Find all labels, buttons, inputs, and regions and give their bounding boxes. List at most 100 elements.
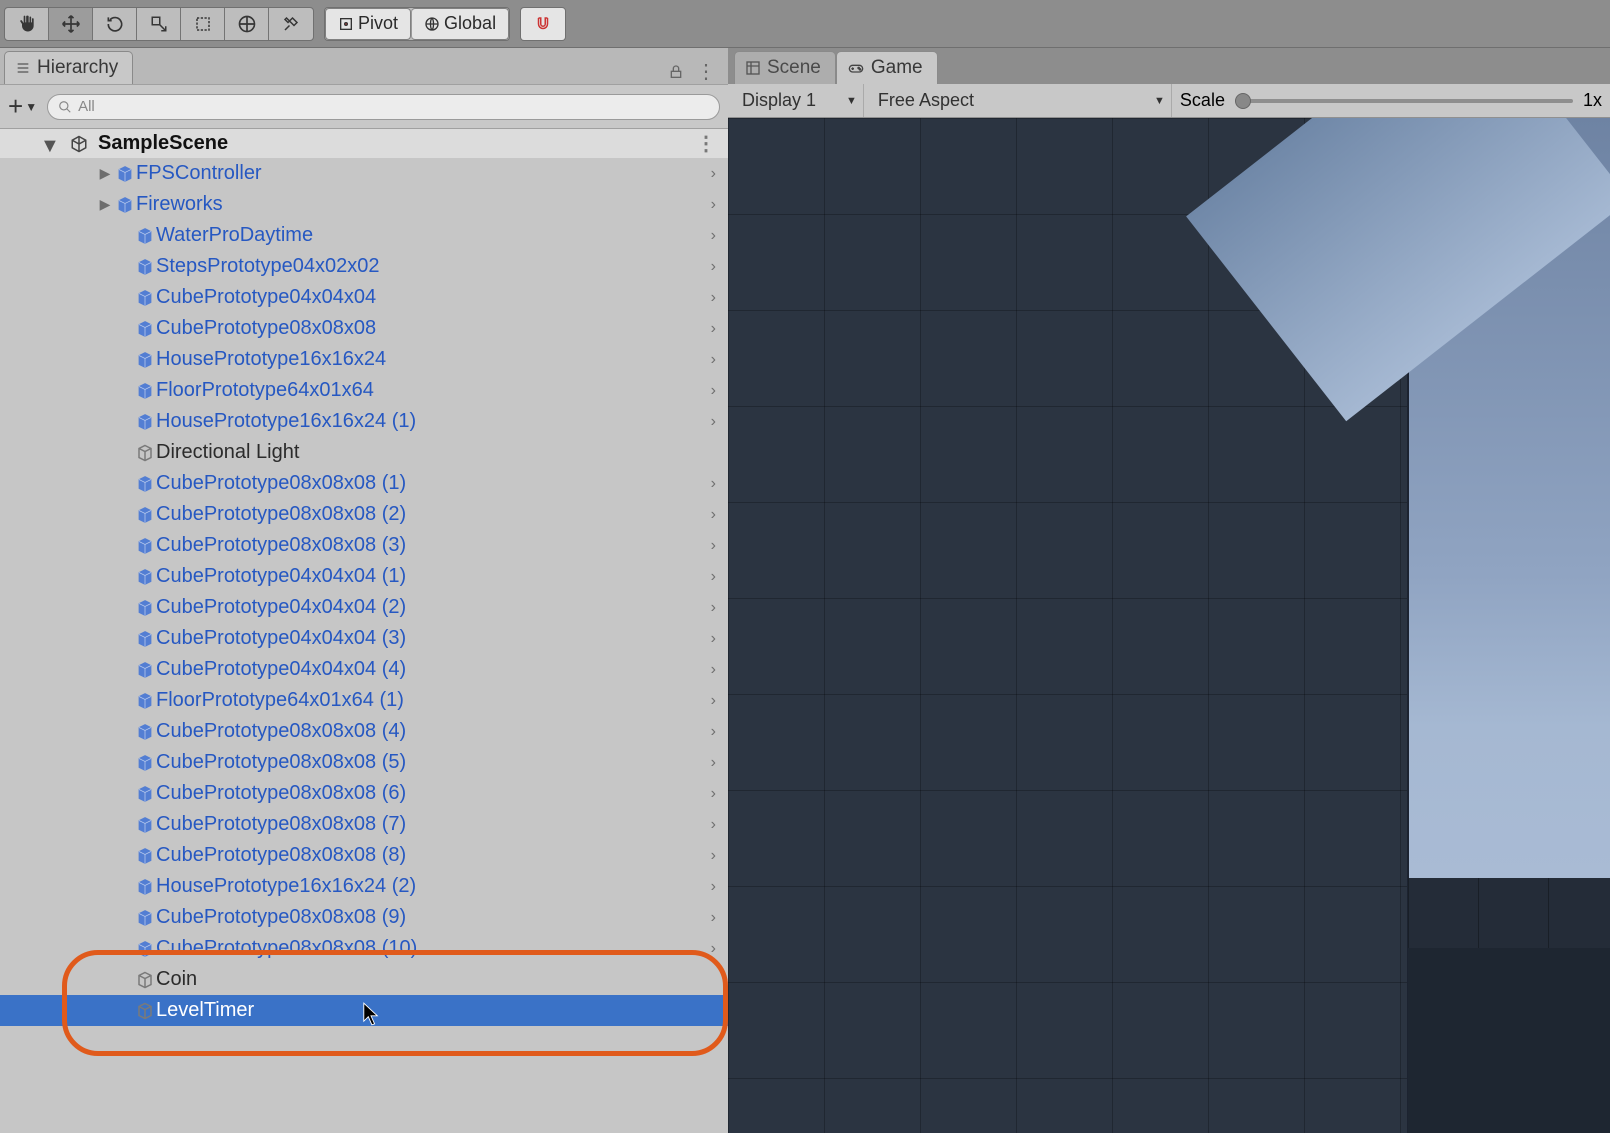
gameobject-icon (134, 661, 156, 679)
chevron-right-icon[interactable]: › (711, 785, 716, 803)
panel-menu-icon[interactable]: ⋮ (696, 59, 716, 84)
hierarchy-item[interactable]: FloorPrototype64x01x64› (0, 375, 728, 406)
chevron-right-icon[interactable]: › (711, 506, 716, 524)
chevron-right-icon[interactable]: › (711, 537, 716, 555)
hierarchy-item[interactable]: CubePrototype08x08x08 (5)› (0, 747, 728, 778)
item-label: CubePrototype08x08x08 (3) (156, 534, 711, 557)
chevron-right-icon[interactable]: › (711, 599, 716, 617)
chevron-right-icon[interactable]: › (711, 196, 716, 214)
fold-icon[interactable]: ▼ (40, 135, 60, 158)
gameobject-icon (134, 1002, 156, 1020)
hierarchy-item[interactable]: LevelTimer (0, 995, 728, 1026)
hierarchy-item[interactable]: HousePrototype16x16x24 (2)› (0, 871, 728, 902)
gameobject-icon (134, 940, 156, 958)
transform-tool-button[interactable] (225, 8, 269, 40)
hierarchy-item[interactable]: ▶ Fireworks› (0, 189, 728, 220)
hierarchy-item[interactable]: CubePrototype04x04x04 (3)› (0, 623, 728, 654)
hierarchy-item[interactable]: CubePrototype08x08x08 (6)› (0, 778, 728, 809)
hierarchy-item[interactable]: StepsPrototype04x02x02› (0, 251, 728, 282)
expand-icon[interactable]: ▶ (96, 165, 114, 182)
scale-tool-button[interactable] (137, 8, 181, 40)
item-label: HousePrototype16x16x24 (2) (156, 875, 711, 898)
hierarchy-item[interactable]: CubePrototype04x04x04 (1)› (0, 561, 728, 592)
search-input[interactable]: All (47, 94, 720, 120)
hierarchy-tab[interactable]: Hierarchy (4, 51, 133, 84)
chevron-right-icon[interactable]: › (711, 382, 716, 400)
hierarchy-item[interactable]: HousePrototype16x16x24› (0, 344, 728, 375)
chevron-right-icon[interactable]: › (711, 165, 716, 183)
hierarchy-item[interactable]: CubePrototype04x04x04› (0, 282, 728, 313)
rect-tool-button[interactable] (181, 8, 225, 40)
scene-menu-icon[interactable]: ⋮ (696, 131, 718, 156)
chevron-right-icon[interactable]: › (711, 723, 716, 741)
hierarchy-item[interactable]: CubePrototype08x08x08 (9)› (0, 902, 728, 933)
global-button[interactable]: Global (411, 8, 509, 40)
item-label: Fireworks (136, 193, 711, 216)
hierarchy-item[interactable]: CubePrototype04x04x04 (2)› (0, 592, 728, 623)
hierarchy-item[interactable]: CubePrototype08x08x08 (7)› (0, 809, 728, 840)
gameobject-icon (134, 878, 156, 896)
hierarchy-item[interactable]: FloorPrototype64x01x64 (1)› (0, 685, 728, 716)
snap-button[interactable] (521, 8, 565, 40)
gameobject-icon (134, 909, 156, 927)
hierarchy-item[interactable]: CubePrototype08x08x08› (0, 313, 728, 344)
hand-tool-button[interactable] (5, 8, 49, 40)
chevron-right-icon[interactable]: › (711, 568, 716, 586)
chevron-right-icon[interactable]: › (711, 227, 716, 245)
chevron-right-icon[interactable]: › (711, 847, 716, 865)
chevron-right-icon[interactable]: › (711, 475, 716, 493)
item-label: CubePrototype08x08x08 (4) (156, 720, 711, 743)
hierarchy-item[interactable]: WaterProDaytime› (0, 220, 728, 251)
hierarchy-panel: Hierarchy ⋮ + ▼ All ▼ SampleScene (0, 48, 728, 1133)
lock-icon[interactable] (668, 64, 684, 80)
hierarchy-item[interactable]: CubePrototype08x08x08 (8)› (0, 840, 728, 871)
chevron-right-icon[interactable]: › (711, 661, 716, 679)
rotate-tool-button[interactable] (93, 8, 137, 40)
slider-thumb[interactable] (1235, 93, 1251, 109)
chevron-right-icon[interactable]: › (711, 909, 716, 927)
chevron-right-icon[interactable]: › (711, 413, 716, 431)
hand-icon (17, 14, 37, 34)
item-label: FloorPrototype64x01x64 (1) (156, 689, 711, 712)
scene-tab[interactable]: Scene (734, 51, 836, 84)
hierarchy-item[interactable]: CubePrototype04x04x04 (4)› (0, 654, 728, 685)
chevron-right-icon[interactable]: › (711, 940, 716, 958)
hierarchy-item[interactable]: HousePrototype16x16x24 (1)› (0, 406, 728, 437)
chevron-right-icon[interactable]: › (711, 754, 716, 772)
hierarchy-item[interactable]: Directional Light (0, 437, 728, 468)
gameobject-icon (134, 785, 156, 803)
chevron-right-icon[interactable]: › (711, 351, 716, 369)
pivot-button[interactable]: Pivot (325, 8, 411, 40)
custom-tool-button[interactable] (269, 8, 313, 40)
hierarchy-item[interactable]: CubePrototype08x08x08 (10)› (0, 933, 728, 964)
chevron-right-icon[interactable]: › (711, 816, 716, 834)
main-toolbar: Pivot Global (0, 0, 1610, 48)
chevron-right-icon[interactable]: › (711, 630, 716, 648)
scene-row[interactable]: ▼ SampleScene ⋮ (0, 129, 728, 158)
hierarchy-tree[interactable]: ▼ SampleScene ⋮ ▶FPSController›▶Firework… (0, 129, 728, 1133)
move-tool-button[interactable] (49, 8, 93, 40)
create-button[interactable]: + ▼ (8, 91, 37, 122)
chevron-right-icon[interactable]: › (711, 289, 716, 307)
hierarchy-item[interactable]: CubePrototype08x08x08 (4)› (0, 716, 728, 747)
chevron-right-icon[interactable]: › (711, 692, 716, 710)
scale-value: 1x (1583, 90, 1602, 111)
chevron-right-icon[interactable]: › (711, 320, 716, 338)
gameobject-icon (134, 382, 156, 400)
item-label: FloorPrototype64x01x64 (156, 379, 711, 402)
chevron-right-icon[interactable]: › (711, 258, 716, 276)
hierarchy-item[interactable]: CubePrototype08x08x08 (3)› (0, 530, 728, 561)
chevron-right-icon[interactable]: › (711, 878, 716, 896)
hierarchy-item[interactable]: Coin (0, 964, 728, 995)
gameobject-icon (134, 723, 156, 741)
gamepad-icon (847, 60, 865, 76)
item-label: CubePrototype08x08x08 (8) (156, 844, 711, 867)
scale-slider[interactable] (1235, 99, 1573, 103)
hierarchy-item[interactable]: CubePrototype08x08x08 (1)› (0, 468, 728, 499)
hierarchy-item[interactable]: CubePrototype08x08x08 (2)› (0, 499, 728, 530)
display-dropdown[interactable]: Display 1 ▼ (736, 84, 864, 117)
aspect-dropdown[interactable]: Free Aspect ▼ (872, 84, 1172, 117)
game-tab[interactable]: Game (836, 51, 938, 84)
expand-icon[interactable]: ▶ (96, 196, 114, 213)
hierarchy-item[interactable]: ▶FPSController› (0, 158, 728, 189)
